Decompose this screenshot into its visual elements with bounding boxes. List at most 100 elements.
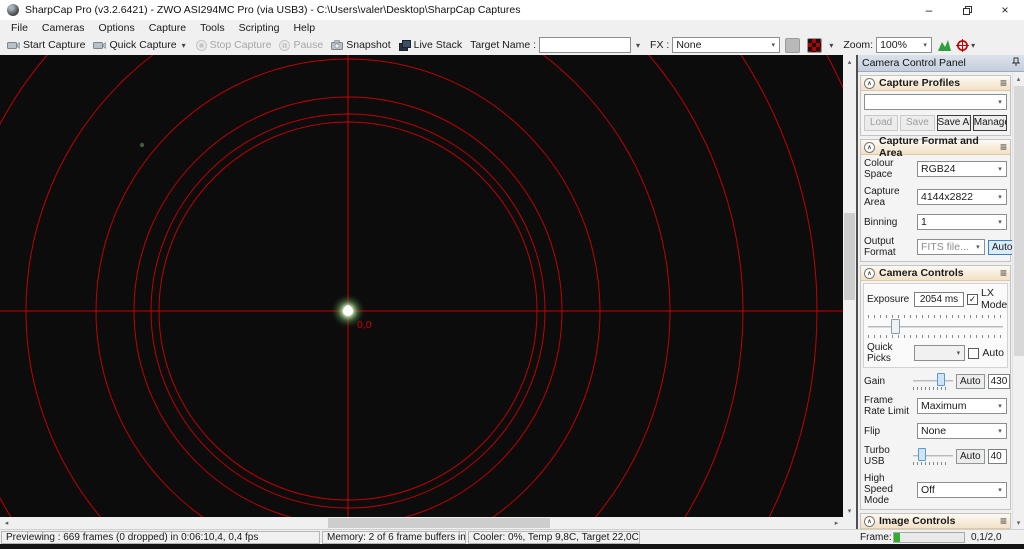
frame-rate-select[interactable]: Maximum ▾: [917, 398, 1007, 414]
panel-scroll-thumb[interactable]: [1014, 86, 1024, 356]
status-cooler: Cooler: 0%, Temp 9,8C, Target 22,0C: [468, 531, 640, 544]
slider-ticks: [913, 387, 949, 390]
turbo-usb-auto-button[interactable]: Auto: [956, 449, 985, 464]
scroll-up-button[interactable]: ▴: [843, 55, 856, 68]
section-menu-icon[interactable]: ≡: [1000, 140, 1007, 154]
chevron-down-icon[interactable]: ▾: [180, 41, 188, 50]
start-capture-label: Start Capture: [23, 39, 85, 51]
horizontal-scroll-thumb[interactable]: [328, 518, 550, 528]
quick-capture-button[interactable]: Quick Capture ▾: [89, 36, 191, 54]
menu-capture[interactable]: Capture: [142, 22, 193, 34]
section-menu-icon[interactable]: ≡: [1000, 266, 1007, 280]
colour-space-select[interactable]: RGB24 ▾: [917, 161, 1007, 177]
section-menu-icon[interactable]: ≡: [1000, 76, 1007, 90]
scroll-up-button[interactable]: ▴: [1013, 73, 1024, 85]
vertical-scroll-thumb[interactable]: [844, 213, 855, 300]
fx-select[interactable]: None ▾: [672, 37, 780, 53]
capture-area-row: Capture Area 4144x2822 ▾: [861, 183, 1010, 211]
snapshot-button[interactable]: Snapshot: [327, 36, 394, 54]
target-name-input[interactable]: [539, 37, 631, 53]
start-capture-button[interactable]: Start Capture: [3, 36, 89, 54]
section-header-image-controls[interactable]: ∧ Image Controls ≡: [861, 514, 1010, 529]
menu-tools[interactable]: Tools: [193, 22, 232, 34]
menu-help[interactable]: Help: [286, 22, 322, 34]
section-header-capture-profiles[interactable]: ∧ Capture Profiles ≡: [861, 76, 1010, 91]
chevron-down-icon[interactable]: ▾: [827, 41, 835, 50]
preview-viewport[interactable]: 0,0: [0, 55, 843, 517]
gain-input[interactable]: 430: [988, 374, 1011, 389]
zoom-select[interactable]: 100% ▾: [876, 37, 932, 53]
scroll-right-button[interactable]: ▸: [830, 517, 843, 529]
close-button[interactable]: ×: [986, 0, 1024, 20]
manage-button[interactable]: Manage: [973, 115, 1007, 131]
pin-button[interactable]: [1012, 57, 1020, 70]
menu-scripting[interactable]: Scripting: [232, 22, 287, 34]
camera-preview-image[interactable]: 0,0: [0, 55, 843, 517]
panel-scrollbar[interactable]: ▴ ▾: [1012, 73, 1024, 529]
menu-cameras[interactable]: Cameras: [35, 22, 92, 34]
high-speed-select[interactable]: Off ▾: [917, 482, 1007, 498]
capture-area-select[interactable]: 4144x2822 ▾: [917, 189, 1007, 205]
histogram-button[interactable]: [936, 39, 954, 51]
pin-icon: [1012, 57, 1020, 67]
colour-space-row: Colour Space RGB24 ▾: [861, 155, 1010, 183]
output-format-auto-button[interactable]: Auto: [988, 240, 1012, 255]
chevron-down-icon[interactable]: ▾: [634, 41, 642, 50]
background-swatch-button[interactable]: [785, 38, 800, 53]
frame-progress-label: Frame:: [860, 532, 892, 543]
menu-options[interactable]: Options: [92, 22, 142, 34]
reticle-button[interactable]: ▾: [954, 39, 979, 52]
exposure-slider[interactable]: [868, 319, 1003, 334]
output-format-select[interactable]: FITS file... ▾: [917, 239, 985, 255]
flip-select[interactable]: None ▾: [917, 423, 1007, 439]
collapse-icon[interactable]: ∧: [864, 516, 875, 527]
photo-camera-icon: [331, 40, 343, 50]
quick-picks-auto-checkbox[interactable]: [968, 348, 979, 359]
collapse-icon[interactable]: ∧: [864, 78, 875, 89]
scroll-left-button[interactable]: ◂: [0, 517, 13, 529]
scroll-down-button[interactable]: ▾: [1013, 517, 1024, 529]
bayer-pattern-swatch-button[interactable]: [807, 38, 822, 53]
output-format-label: Output Format: [864, 236, 914, 258]
chevron-down-icon[interactable]: ▾: [969, 41, 977, 50]
menu-file[interactable]: File: [4, 22, 35, 34]
status-memory: Memory: 2 of 6 frame buffers in use.: [322, 531, 466, 544]
gain-row: Gain Auto 430: [861, 370, 1010, 392]
slider-thumb[interactable]: [891, 319, 900, 334]
fx-group: FX : None ▾ ▾: [646, 36, 839, 54]
section-title: Image Controls: [879, 515, 955, 527]
viewport-vertical-scrollbar[interactable]: ▴ ▾: [843, 55, 856, 517]
collapse-icon[interactable]: ∧: [864, 142, 875, 153]
scroll-down-button[interactable]: ▾: [843, 504, 856, 517]
slider-thumb[interactable]: [918, 448, 926, 461]
video-camera-icon: [7, 41, 20, 50]
gain-auto-button[interactable]: Auto: [956, 374, 985, 389]
turbo-usb-input[interactable]: 40: [988, 449, 1007, 464]
stop-icon: [196, 40, 207, 51]
scroll-up-icon: ▴: [1017, 75, 1021, 83]
viewport-horizontal-scrollbar[interactable]: ◂ ▸: [0, 517, 843, 529]
gain-slider[interactable]: [913, 373, 953, 389]
turbo-usb-slider[interactable]: [913, 448, 953, 464]
profile-select[interactable]: ▾: [864, 94, 1007, 110]
lx-mode-checkbox[interactable]: ✓: [967, 294, 978, 305]
status-previewing: Previewing : 669 frames (0 dropped) in 0…: [1, 531, 320, 544]
quick-picks-select[interactable]: ▾: [914, 345, 965, 361]
slider-thumb[interactable]: [937, 373, 945, 386]
collapse-icon[interactable]: ∧: [864, 268, 875, 279]
section-header-camera-controls[interactable]: ∧ Camera Controls ≡: [861, 266, 1010, 281]
live-stack-button[interactable]: Live Stack: [395, 36, 466, 54]
capture-area-value: 4144x2822: [918, 191, 994, 203]
minimize-button[interactable]: –: [910, 0, 948, 20]
save-as-button[interactable]: Save As: [937, 115, 971, 131]
scroll-down-icon: ▾: [1017, 519, 1021, 527]
binning-select[interactable]: 1 ▾: [917, 214, 1007, 230]
section-menu-icon[interactable]: ≡: [1000, 514, 1007, 528]
exposure-input[interactable]: 2054 ms: [914, 292, 964, 307]
stop-capture-label: Stop Capture: [210, 39, 272, 51]
quick-picks-auto-label: Auto: [982, 347, 1004, 359]
section-header-capture-format[interactable]: ∧ Capture Format and Area ≡: [861, 140, 1010, 155]
binning-label: Binning: [864, 217, 914, 228]
restore-button[interactable]: [948, 0, 986, 20]
section-capture-format: ∧ Capture Format and Area ≡ Colour Space…: [860, 139, 1011, 262]
